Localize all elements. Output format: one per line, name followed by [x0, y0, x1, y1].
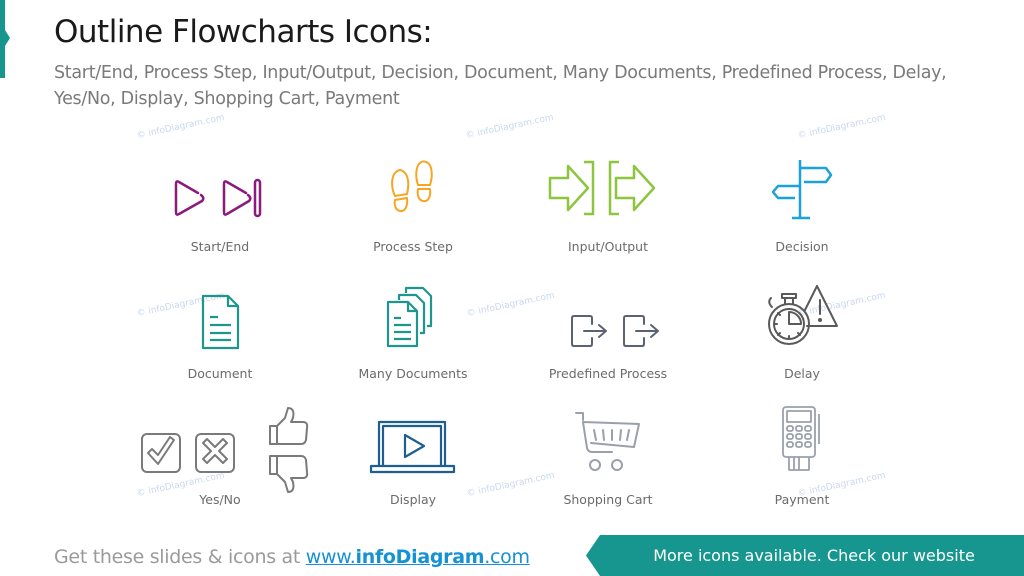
icon-delay — [702, 282, 902, 350]
laptop-play-icon — [369, 420, 456, 474]
icon-yes-no — [110, 404, 330, 496]
icon-input-output — [508, 160, 708, 220]
icon-label: Many Documents — [358, 366, 468, 381]
payment-terminal-icon — [782, 406, 820, 471]
icon-label: Start/End — [190, 239, 250, 254]
play-end-icon — [174, 178, 262, 218]
icon-label: Process Step — [373, 239, 453, 254]
icon-label: Yes/No — [199, 492, 241, 507]
icon-label: Display — [389, 492, 437, 507]
watermark: © infoDiagram.com — [464, 112, 555, 142]
icon-shopping-cart — [508, 410, 708, 474]
icon-label: Delay — [784, 366, 820, 381]
many-documents-icon — [386, 286, 433, 348]
watermark: © infoDiagram.com — [135, 112, 226, 142]
stopwatch-warning-icon — [768, 285, 838, 345]
link-brand: infoDiagram — [355, 546, 485, 568]
icon-payment — [702, 404, 902, 474]
shopping-cart-icon — [575, 412, 640, 471]
icon-process-step — [313, 158, 513, 220]
icon-start-end — [120, 172, 320, 220]
input-output-arrows-icon — [548, 160, 656, 216]
icon-label: Shopping Cart — [563, 492, 653, 507]
accent-notch — [5, 30, 10, 46]
icon-many-documents — [313, 286, 513, 352]
infodiagram-link[interactable]: www.infoDiagram.com — [306, 546, 530, 568]
link-tld: .com — [484, 546, 530, 568]
page-title: Outline Flowcharts Icons: — [54, 14, 433, 50]
icon-label: Decision — [775, 239, 829, 254]
icon-label: Payment — [774, 492, 830, 507]
more-icons-text: More icons available. Check our website — [653, 546, 975, 565]
icon-display — [313, 418, 513, 476]
link-www: www. — [305, 546, 356, 568]
yes-no-icon — [141, 407, 309, 493]
footer-promo: Get these slides & icons at www.infoDiag… — [54, 546, 530, 568]
footer-prefix: Get these slides & icons at — [54, 546, 306, 568]
document-icon — [201, 294, 240, 350]
footprints-icon — [391, 160, 433, 213]
icon-document — [120, 293, 320, 353]
predefined-process-icon — [571, 315, 659, 347]
page-subtitle: Start/End, Process Step, Input/Output, D… — [54, 63, 947, 109]
icon-label: Document — [187, 366, 253, 381]
icon-predefined-process — [508, 312, 708, 352]
icon-label: Input/Output — [568, 239, 648, 254]
icon-decision — [702, 156, 902, 222]
icon-label: Predefined Process — [548, 366, 668, 381]
signpost-icon — [771, 160, 833, 220]
more-icons-banner[interactable]: More icons available. Check our website — [586, 535, 1024, 576]
watermark: © infoDiagram.com — [796, 112, 887, 142]
